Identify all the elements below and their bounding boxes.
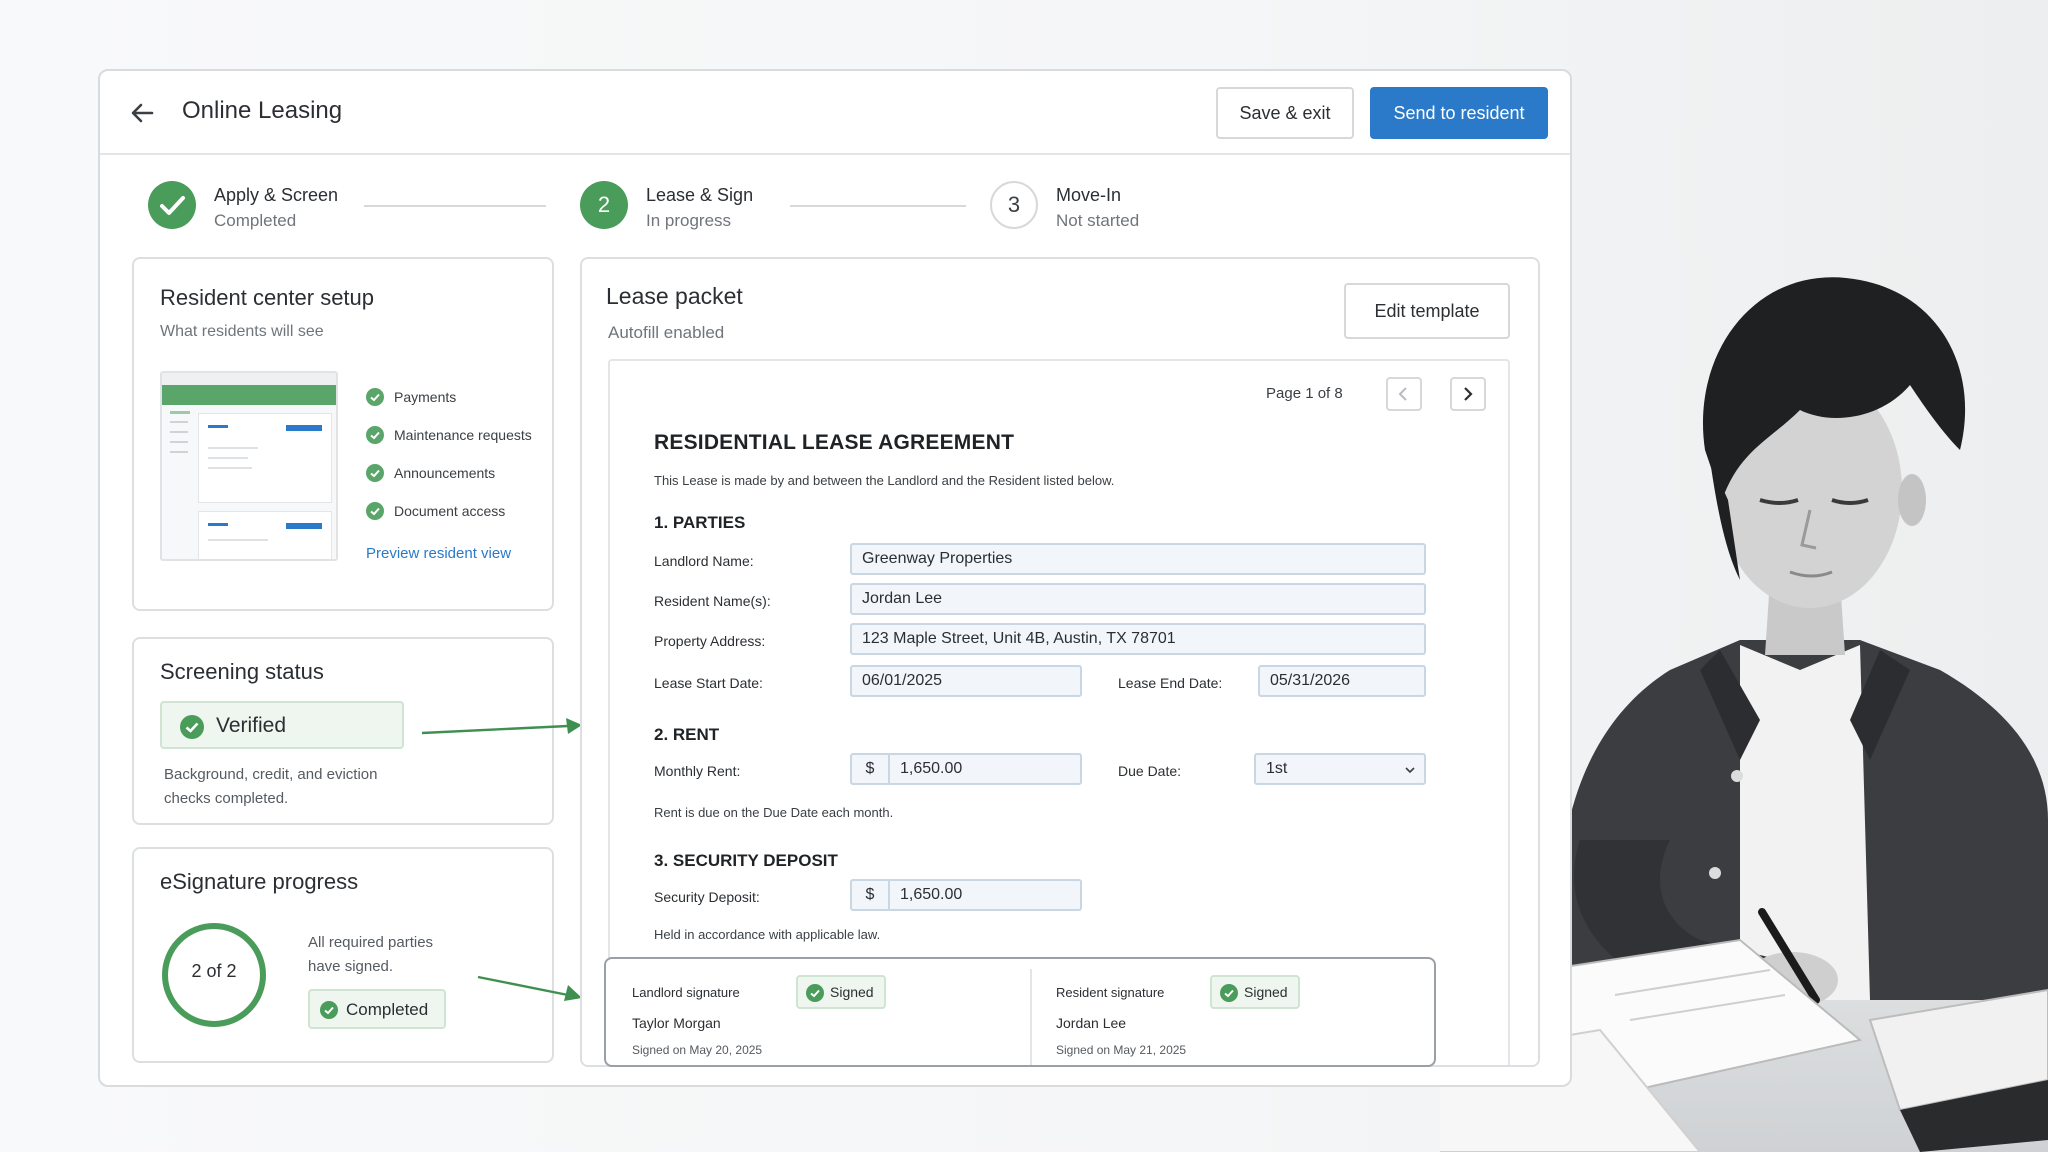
security-deposit-field[interactable]: $ 1,650.00: [850, 879, 1082, 911]
progress-label: 2 of 2: [191, 961, 237, 981]
property-address-label: Property Address:: [654, 633, 766, 649]
step-title: Move-In: [1056, 185, 1122, 205]
resident-signer-name: Jordan Lee: [1056, 1015, 1127, 1031]
check-circle-icon: [1220, 984, 1238, 1002]
signatures-panel: Landlord signature Signed Taylor Morgan …: [604, 957, 1436, 1067]
resident-name-field[interactable]: Jordan Lee: [850, 583, 1426, 615]
document-heading: RESIDENTIAL LEASE AGREEMENT: [654, 431, 1015, 454]
app-window: Online Leasing Save & exit Send to resid…: [98, 69, 1572, 1087]
step-status: Not started: [1056, 211, 1140, 230]
deposit-note: Held in accordance with applicable law.: [654, 927, 881, 942]
step-connector: [364, 205, 546, 207]
check-circle-icon: [366, 426, 384, 444]
document-intro: This Lease is made by and between the La…: [654, 473, 1115, 488]
step-move-in[interactable]: 3 Move-In Not started: [990, 181, 1210, 237]
currency-symbol: $: [852, 881, 890, 909]
currency-symbol: $: [852, 755, 890, 783]
check-circle-icon: [366, 388, 384, 406]
check-circle-icon: [806, 984, 824, 1002]
screening-description: Background, credit, and eviction checks …: [164, 766, 378, 807]
check-circle-icon: [320, 1001, 338, 1019]
verified-badge: Verified: [160, 701, 404, 749]
landlord-name-label: Landlord Name:: [654, 553, 754, 569]
save-exit-button[interactable]: Save & exit: [1216, 87, 1354, 139]
resident-signature-label: Resident signature: [1056, 985, 1165, 1000]
lease-start-field[interactable]: 06/01/2025: [850, 665, 1082, 697]
check-circle-icon: [180, 715, 204, 739]
monthly-rent-field[interactable]: $ 1,650.00: [850, 753, 1082, 785]
step-title: Lease & Sign: [646, 185, 754, 205]
step-number: 3: [990, 181, 1038, 229]
resident-signed-date: Signed on May 21, 2025: [1056, 1043, 1187, 1057]
previous-page-button[interactable]: [1386, 377, 1422, 411]
due-date-label: Due Date:: [1118, 763, 1182, 779]
section-parties: 1. PARTIES: [654, 513, 746, 532]
resident-name-label: Resident Name(s):: [654, 593, 771, 609]
landlord-signature-label: Landlord signature: [632, 985, 740, 1000]
property-address-field[interactable]: 123 Maple Street, Unit 4B, Austin, TX 78…: [850, 623, 1426, 655]
step-lease-sign[interactable]: 2 Lease & Sign In progress: [580, 181, 800, 237]
lease-packet-panel: Lease packet Autofill enabled Edit templ…: [580, 257, 1540, 1067]
chevron-right-icon: [1464, 387, 1473, 401]
step-number: 2: [580, 181, 628, 229]
check-circle-icon: [366, 464, 384, 482]
landlord-name-field[interactable]: Greenway Properties: [850, 543, 1426, 575]
arrow-to-signatures-icon: [477, 975, 582, 1001]
check-circle-icon: [366, 502, 384, 520]
resident-portal-thumbnail: [160, 371, 338, 561]
chevron-left-icon: [1398, 387, 1407, 401]
section-rent: 2. RENT: [654, 725, 720, 744]
card-subtitle: What residents will see: [160, 323, 324, 340]
card-title: Screening status: [160, 659, 324, 684]
lease-start-label: Lease Start Date:: [654, 675, 763, 691]
resident-center-card: Resident center setup What residents wil…: [132, 257, 554, 611]
completed-badge: Completed: [308, 989, 446, 1029]
esignature-message: All required parties have signed.: [308, 934, 434, 975]
send-to-resident-button[interactable]: Send to resident: [1370, 87, 1548, 139]
esignature-progress-card: eSignature progress 2 of 2 All required …: [132, 847, 554, 1063]
rent-note: Rent is due on the Due Date each month.: [654, 805, 894, 820]
section-security-deposit: 3. SECURITY DEPOSIT: [654, 851, 838, 870]
resident-signed-badge: Signed: [1210, 975, 1300, 1009]
card-title: Resident center setup: [160, 285, 375, 310]
chevron-down-icon: [1405, 767, 1415, 774]
lease-end-label: Lease End Date:: [1118, 675, 1223, 691]
page-indicator: Page 1 of 8: [1266, 385, 1343, 402]
packet-title: Lease packet: [606, 283, 743, 309]
card-title: eSignature progress: [160, 869, 359, 894]
top-bar: Online Leasing Save & exit Send to resid…: [100, 71, 1570, 155]
page-title: Online Leasing: [182, 97, 343, 124]
step-title: Apply & Screen: [214, 185, 339, 205]
landlord-signer-name: Taylor Morgan: [632, 1015, 721, 1031]
landlord-signed-badge: Signed: [796, 975, 886, 1009]
monthly-rent-label: Monthly Rent:: [654, 763, 741, 779]
arrow-to-packet-icon: [421, 718, 582, 735]
check-icon: [148, 181, 196, 229]
step-connector: [790, 205, 966, 207]
due-date-select[interactable]: 1st: [1254, 753, 1426, 785]
packet-subtitle: Autofill enabled: [608, 323, 725, 342]
next-page-button[interactable]: [1450, 377, 1486, 411]
security-deposit-label: Security Deposit:: [654, 889, 760, 905]
preview-resident-view-link[interactable]: Preview resident view: [366, 545, 511, 562]
divider: [1030, 969, 1032, 1065]
back-arrow-icon[interactable]: [128, 99, 156, 127]
landlord-signed-date: Signed on May 20, 2025: [632, 1043, 763, 1057]
step-status: In progress: [646, 211, 732, 230]
lease-end-field[interactable]: 05/31/2026: [1258, 665, 1426, 697]
edit-template-button[interactable]: Edit template: [1344, 283, 1510, 339]
step-apply-screen[interactable]: Apply & Screen Completed: [148, 181, 368, 237]
step-status: Completed: [214, 211, 297, 230]
